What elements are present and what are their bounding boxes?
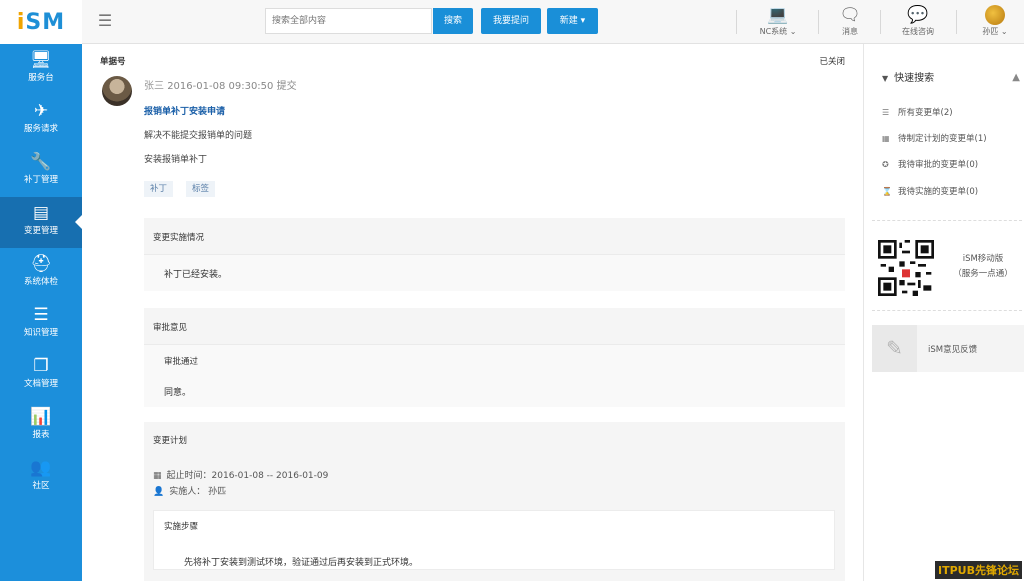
users-icon: 👥 — [30, 458, 52, 478]
submitter-avatar — [102, 76, 132, 106]
quick-link-all-changes[interactable]: ☰ 所有变更单(2) — [882, 106, 953, 118]
chevron-down-icon: ⌄ — [1000, 27, 1008, 36]
calendar-icon: ▦ — [153, 471, 162, 481]
divider — [872, 310, 1022, 311]
feedback-button[interactable]: ✎ iSM意见反馈 — [872, 325, 1024, 372]
laptop-icon: 💻 — [767, 5, 789, 25]
monitor-icon: 🖥 — [30, 50, 52, 70]
sidebar-item-change-management[interactable]: ▤ 变更管理 — [0, 197, 82, 248]
tag[interactable]: 补丁 — [144, 181, 174, 197]
mobile-version-label: iSM移动版 — [962, 254, 1004, 264]
panel-title: 变更实施情况 — [153, 233, 205, 243]
quick-link-pending-plan[interactable]: ▦ 待制定计划的变更单(1) — [882, 132, 987, 144]
filter-icon: ▼ — [882, 74, 889, 83]
approval-result: 审批通过 — [164, 357, 199, 367]
speech-bubble-icon: 🗨 — [839, 5, 861, 25]
submitter-name[interactable]: 张三 — [144, 81, 164, 92]
implementation-panel: 变更实施情况 补丁已经安装。 — [144, 218, 845, 291]
medical-kit-icon: ⛑ — [30, 254, 52, 274]
seal-icon: ✪ — [882, 160, 889, 169]
steps-title: 实施步骤 — [164, 522, 199, 532]
chevron-down-icon: ⌄ — [789, 27, 797, 36]
sidebar-item-service-request[interactable]: ✈ 服务请求 — [0, 95, 82, 146]
sidebar-item-service-desk[interactable]: 🖥 服务台 — [0, 44, 82, 95]
approval-comment: 同意。 — [164, 388, 192, 398]
quick-link-pending-implementation[interactable]: ⌛ 我待实施的变更单(0) — [882, 185, 978, 197]
main-content: 单据号 已关闭 张三 2016-01-08 09:30:50 提交 报销单补丁安… — [82, 44, 863, 581]
panel-title: 审批意见 — [153, 323, 188, 333]
divider — [872, 220, 1022, 221]
quick-search-title: ▼ 快速搜索 — [882, 73, 935, 84]
sidebar-item-patch-management[interactable]: 🔧 补丁管理 — [0, 146, 82, 197]
request-title: 报销单补丁安装申请 — [144, 107, 226, 117]
plan-time: ▦ 起止时间：2016-01-08 -- 2016-01-09 — [153, 471, 329, 481]
plan-person: 👤 实施人： 孙匹 — [153, 487, 227, 497]
steps-text: 先将补丁安装到测试环境，验证通过后再安装到正式环境。 — [184, 558, 419, 568]
submit-time: 2016-01-08 09:30:50 提交 — [167, 81, 297, 92]
new-dropdown-button[interactable]: 新建 ▾ — [547, 8, 598, 34]
list-icon: ☰ — [882, 108, 890, 117]
mobile-version-sublabel: （服务一点通） — [953, 269, 1013, 279]
wrench-icon: 🔧 — [30, 152, 52, 172]
user-avatar-icon — [985, 5, 1005, 25]
messages-button[interactable]: 🗨 消息 — [830, 4, 870, 42]
document-icon: ❐ — [33, 356, 49, 376]
approval-panel: 审批意见 审批通过 同意。 — [144, 308, 845, 407]
sidebar-item-community[interactable]: 👥 社区 — [0, 452, 82, 503]
bar-chart-icon: 📊 — [30, 407, 52, 427]
hamburger-menu-icon[interactable]: ☰ — [96, 12, 114, 30]
caret-down-icon: ▾ — [580, 16, 586, 26]
ism-logo[interactable]: i SM — [0, 0, 82, 44]
divider — [736, 10, 737, 34]
change-plan-panel: 变更计划 ▦ 起止时间：2016-01-08 -- 2016-01-09 👤 实施人… — [144, 422, 845, 581]
edit-icon: ✎ — [872, 325, 917, 372]
panel-title: 变更计划 — [153, 436, 188, 446]
hourglass-icon: ⌛ — [882, 187, 892, 196]
user-menu[interactable]: 孙匹 ⌄ — [970, 4, 1020, 42]
divider — [818, 10, 819, 34]
search-button[interactable]: 搜索 — [433, 8, 473, 34]
nc-system-menu[interactable]: 💻 NC系统 ⌄ — [748, 4, 808, 42]
steps-box: 实施步骤 先将补丁安装到测试环境，验证通过后再安装到正式环境。 — [153, 510, 835, 570]
scroll-arrow-icon[interactable]: ▲ — [1012, 72, 1020, 83]
request-description: 解决不能提交报销单的问题 — [144, 131, 253, 141]
sidebar-item-documents[interactable]: ❐ 文档管理 — [0, 350, 82, 401]
status-badge: 已关闭 — [819, 57, 845, 67]
right-sidebar: ▲ ▼ 快速搜索 ☰ 所有变更单(2) ▦ 待制定计划的变更单(1) ✪ 我待审批的变更… — [863, 44, 1024, 581]
sidebar-item-system-checkup[interactable]: ⛑ 系统体检 — [0, 248, 82, 299]
divider — [880, 10, 881, 34]
sidebar-item-knowledge[interactable]: ☰ 知识管理 — [0, 299, 82, 350]
sidebar-item-reports[interactable]: 📊 报表 — [0, 401, 82, 452]
ask-question-button[interactable]: 我要提问 — [481, 8, 541, 34]
user-icon: 👤 — [153, 487, 165, 497]
quick-link-pending-approval[interactable]: ✪ 我待审批的变更单(0) — [882, 158, 978, 170]
left-sidebar: 🖥 服务台 ✈ 服务请求 🔧 补丁管理 ▤ 变更管理 ⛑ 系统体检 ☰ 知识管理 ❐ 文档管理… — [0, 44, 82, 581]
submit-info: 张三 2016-01-08 09:30:50 提交 — [144, 77, 297, 92]
doc-number-label: 单据号 — [100, 57, 126, 67]
server-icon: ▤ — [32, 203, 50, 223]
list-icon: ☰ — [33, 305, 49, 325]
paper-plane-icon: ✈ — [33, 101, 49, 121]
implementation-text: 补丁已经安装。 — [164, 270, 228, 280]
top-bar: iSM ☰ 搜索 我要提问 新建 ▾ 💻 NC系统 ⌄ 🗨 消息 💬 在线咨询 … — [0, 0, 1024, 44]
online-consult-button[interactable]: 💬 在线咨询 — [893, 4, 943, 42]
calendar-icon: ▦ — [882, 134, 890, 143]
tag[interactable]: 标签 — [186, 181, 216, 197]
qr-code — [878, 240, 934, 296]
watermark: ITPUB先锋论坛 — [935, 561, 1022, 579]
divider — [956, 10, 957, 34]
chat-bubbles-icon: 💬 — [907, 5, 929, 25]
request-description: 安装报销单补丁 — [144, 155, 208, 165]
search-input[interactable] — [265, 8, 432, 34]
